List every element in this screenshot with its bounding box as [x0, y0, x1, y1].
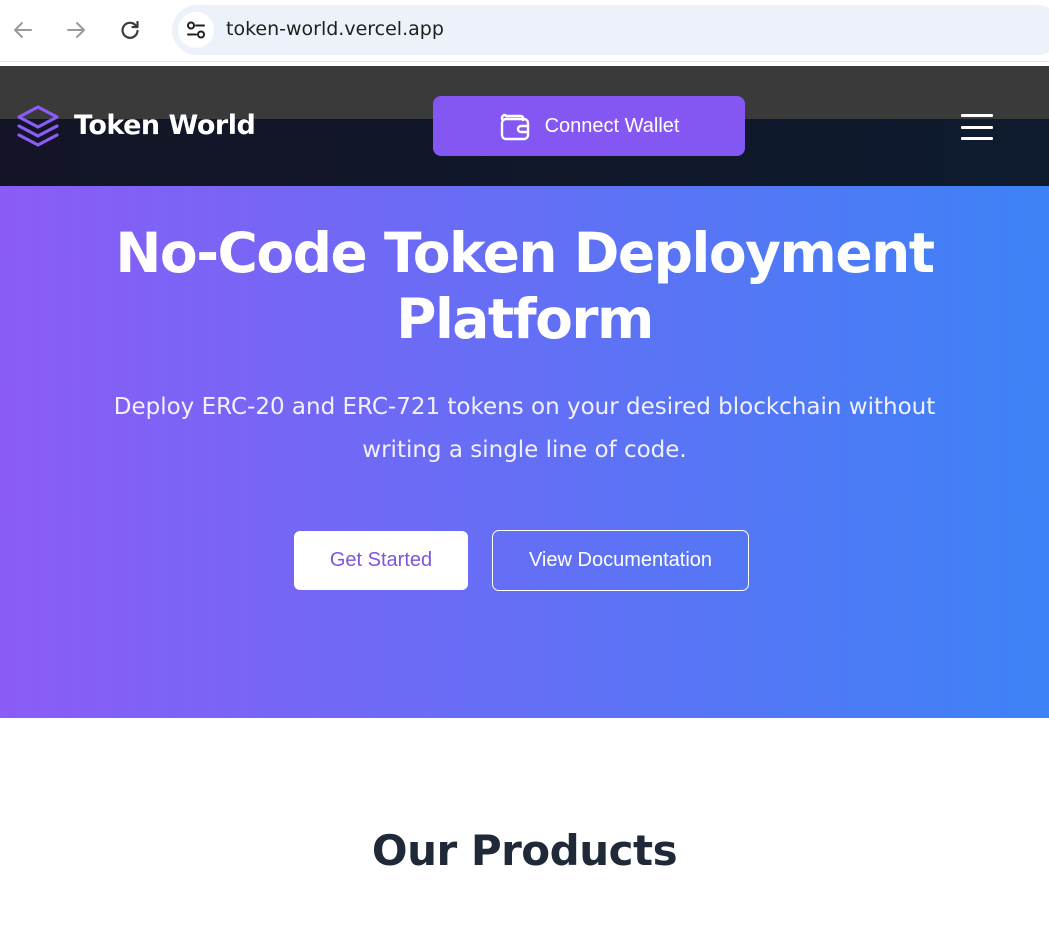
site-settings-icon: [187, 21, 205, 39]
hero-title: No-Code Token Deployment Platform: [115, 221, 935, 351]
connect-wallet-label: Connect Wallet: [544, 114, 680, 137]
hero-section: No-Code Token Deployment Platform Deploy…: [0, 186, 1049, 718]
reload-icon: [121, 20, 139, 39]
address-bar[interactable]: token-world.vercel.app: [172, 5, 1049, 55]
url-text[interactable]: token-world.vercel.app: [226, 18, 444, 40]
get-started-button[interactable]: Get Started: [294, 531, 468, 590]
back-button[interactable]: [4, 11, 42, 49]
site-info-button[interactable]: [178, 12, 214, 48]
layers-icon: [17, 105, 59, 147]
menu-line: [961, 114, 993, 117]
menu-line: [961, 125, 993, 129]
connect-wallet-button[interactable]: Connect Wallet: [433, 96, 745, 156]
browser-toolbar: token-world.vercel.app: [0, 0, 1049, 62]
hero-subtitle: Deploy ERC-20 and ERC-721 tokens on your…: [113, 394, 936, 463]
hamburger-menu-icon[interactable]: [959, 111, 995, 143]
forward-button[interactable]: [57, 11, 95, 49]
site-header: Token World Connect Wallet: [0, 66, 1049, 186]
products-section-title: Our Products: [371, 826, 678, 875]
site-logo-text[interactable]: Token World: [74, 110, 256, 141]
wallet-icon: [500, 113, 529, 141]
back-arrow-icon: [14, 22, 32, 38]
view-documentation-button[interactable]: View Documentation: [492, 530, 749, 591]
reload-button[interactable]: [111, 11, 149, 49]
forward-arrow-icon: [67, 22, 85, 38]
menu-line: [961, 137, 993, 140]
